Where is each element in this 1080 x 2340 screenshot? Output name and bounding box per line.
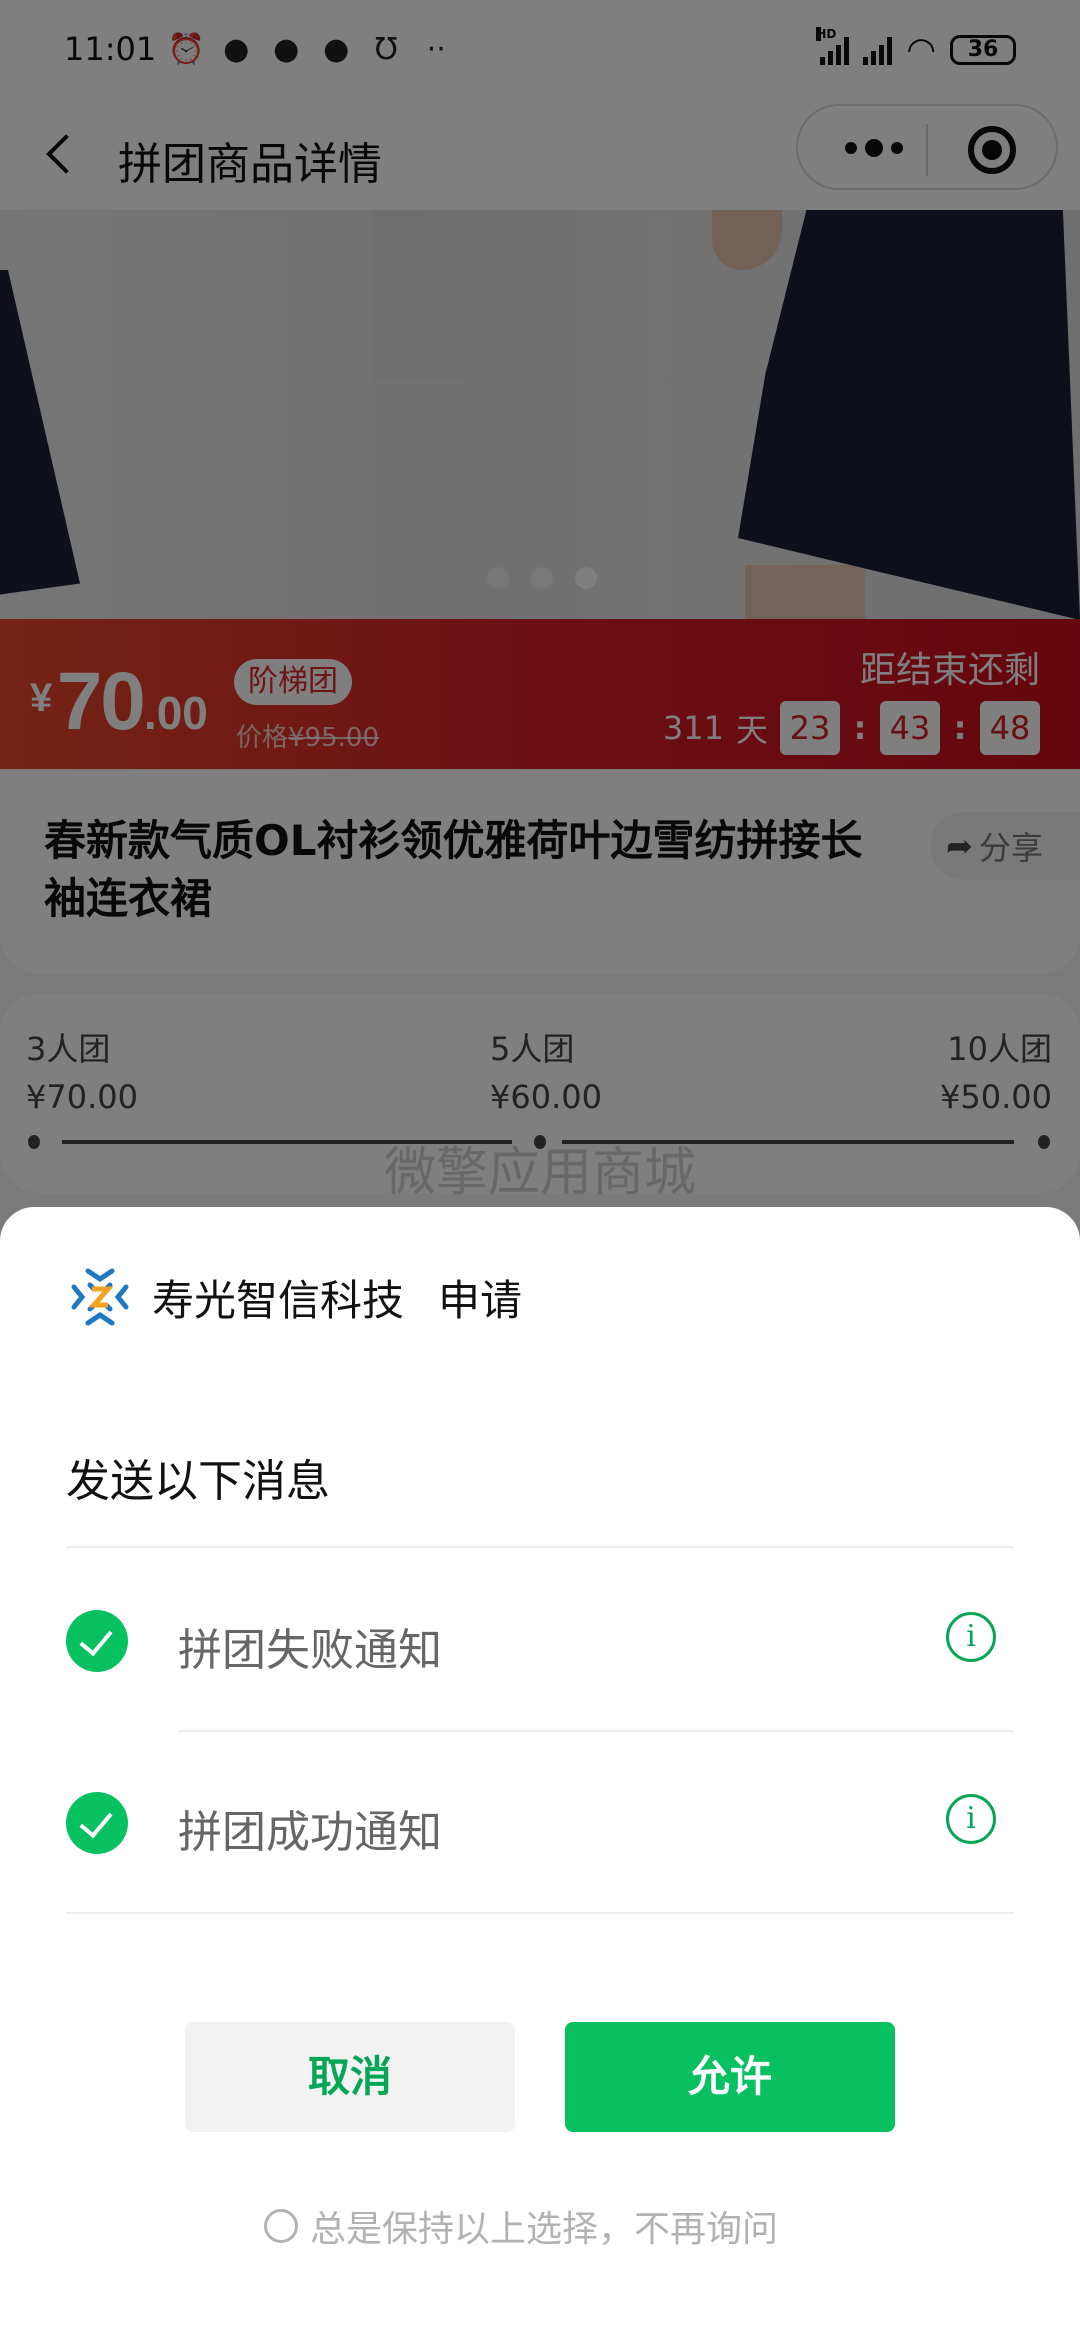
info-icon[interactable]: i xyxy=(946,1612,996,1662)
always-keep-label: 总是保持以上选择，不再询问 xyxy=(310,2209,779,2250)
divider xyxy=(66,1912,1014,1914)
allow-button[interactable]: 允许 xyxy=(565,2022,895,2132)
sheet-header: 寿光智信科技 申请 xyxy=(68,1265,522,1329)
checked-circle-icon[interactable] xyxy=(66,1792,128,1854)
cancel-button[interactable]: 取消 xyxy=(185,2022,515,2132)
permission-row[interactable]: 拼团失败通知 i xyxy=(66,1580,1014,1700)
info-icon[interactable]: i xyxy=(946,1794,996,1844)
sheet-subtitle: 发送以下消息 xyxy=(66,1456,330,1507)
always-keep-option[interactable]: 总是保持以上选择，不再询问 xyxy=(264,2200,778,2252)
permission-label: 拼团成功通知 xyxy=(178,1807,442,1858)
checked-circle-icon[interactable] xyxy=(66,1610,128,1672)
permission-label: 拼团失败通知 xyxy=(178,1625,442,1676)
divider xyxy=(178,1730,1014,1732)
radio-unchecked-icon[interactable] xyxy=(264,2209,298,2243)
app-logo-icon xyxy=(71,1268,129,1326)
divider xyxy=(66,1546,1014,1548)
app-name: 寿光智信科技 xyxy=(152,1275,405,1325)
request-label: 申请 xyxy=(438,1275,523,1325)
permission-row[interactable]: 拼团成功通知 i xyxy=(66,1762,1014,1882)
